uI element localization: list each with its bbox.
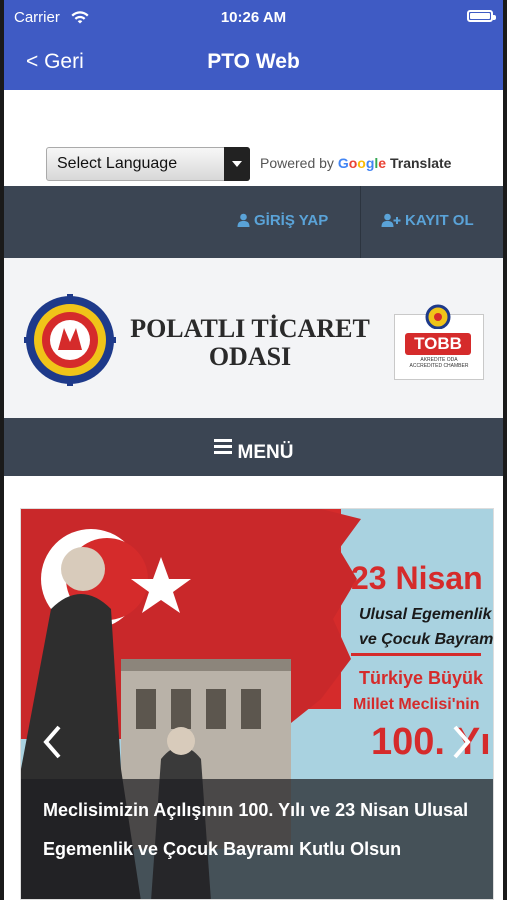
hamburger-icon: [213, 436, 232, 457]
login-label: GİRİŞ YAP: [254, 212, 329, 229]
tobb-label: TOBB: [405, 333, 471, 355]
slide-headline-6: 100. Yılı: [371, 721, 494, 763]
navigation-bar: < Geri PTO Web: [4, 40, 503, 84]
app-screen: Carrier 10:26 AM < Geri PTO Web Select L…: [0, 0, 507, 900]
slide-headline-4: Türkiye Büyük: [359, 668, 484, 688]
tobb-emblem-icon: [425, 304, 451, 329]
powered-by-label: Powered by: [260, 155, 334, 171]
menu-button[interactable]: MENÜ: [4, 418, 503, 476]
translate-label: Translate: [389, 155, 452, 171]
slide-headline-2: Ulusal Egemenlik: [359, 606, 493, 623]
main-content: 23 Nisan Ulusal Egemenlik ve Çocuk Bayra…: [4, 476, 503, 900]
translate-widget: Select Language Powered by Google Transl…: [4, 90, 503, 186]
slide-caption-text: Meclisimizin Açılışının 100. Yılı ve 23 …: [43, 800, 469, 859]
status-bar: Carrier 10:26 AM: [4, 0, 503, 36]
powered-by-google: Powered by Google Translate: [260, 155, 451, 171]
chevron-right-icon[interactable]: [451, 724, 473, 760]
user-plus-icon: [381, 213, 401, 227]
register-button[interactable]: KAYIT OL: [381, 212, 474, 229]
tobb-subtext-2: ACCREDITED CHAMBER: [409, 363, 469, 369]
organization-title: POLATLI TİCARET ODASI: [120, 315, 380, 371]
slide-caption: Meclisimizin Açılışının 100. Yılı ve 23 …: [21, 779, 493, 899]
chevron-down-icon: [224, 147, 250, 181]
top-bar: Carrier 10:26 AM < Geri PTO Web: [4, 0, 503, 90]
battery-icon: [467, 10, 496, 22]
image-slider[interactable]: 23 Nisan Ulusal Egemenlik ve Çocuk Bayra…: [20, 508, 494, 900]
org-title-line2: ODASI: [208, 342, 292, 371]
auth-bar: GİRİŞ YAP KAYIT OL: [4, 186, 503, 258]
header-logo-band: POLATLI TİCARET ODASI TOBB AKREDITE ODA …: [4, 258, 503, 418]
google-logo: Google: [337, 155, 387, 171]
user-icon: [237, 213, 250, 227]
register-label: KAYIT OL: [405, 212, 474, 229]
chevron-left-icon[interactable]: [41, 724, 63, 760]
language-select-value: Select Language: [57, 155, 178, 172]
clock: 10:26 AM: [220, 9, 287, 26]
auth-divider: [360, 186, 361, 258]
page-title: PTO Web: [207, 50, 300, 73]
menu-label: MENÜ: [237, 442, 294, 463]
login-button[interactable]: GİRİŞ YAP: [237, 212, 328, 229]
slide-headline-1: 23 Nisan: [351, 560, 483, 596]
slide-headline-3: ve Çocuk Bayramı: [359, 631, 494, 648]
slide-headline-5: Millet Meclisi'nin: [353, 696, 480, 713]
tobb-badge: TOBB AKREDITE ODA ACCREDITED CHAMBER: [394, 304, 484, 380]
language-select[interactable]: Select Language: [46, 147, 250, 181]
org-title-line1: POLATLI TİCARET: [130, 314, 370, 343]
chamber-logo[interactable]: [24, 294, 116, 386]
